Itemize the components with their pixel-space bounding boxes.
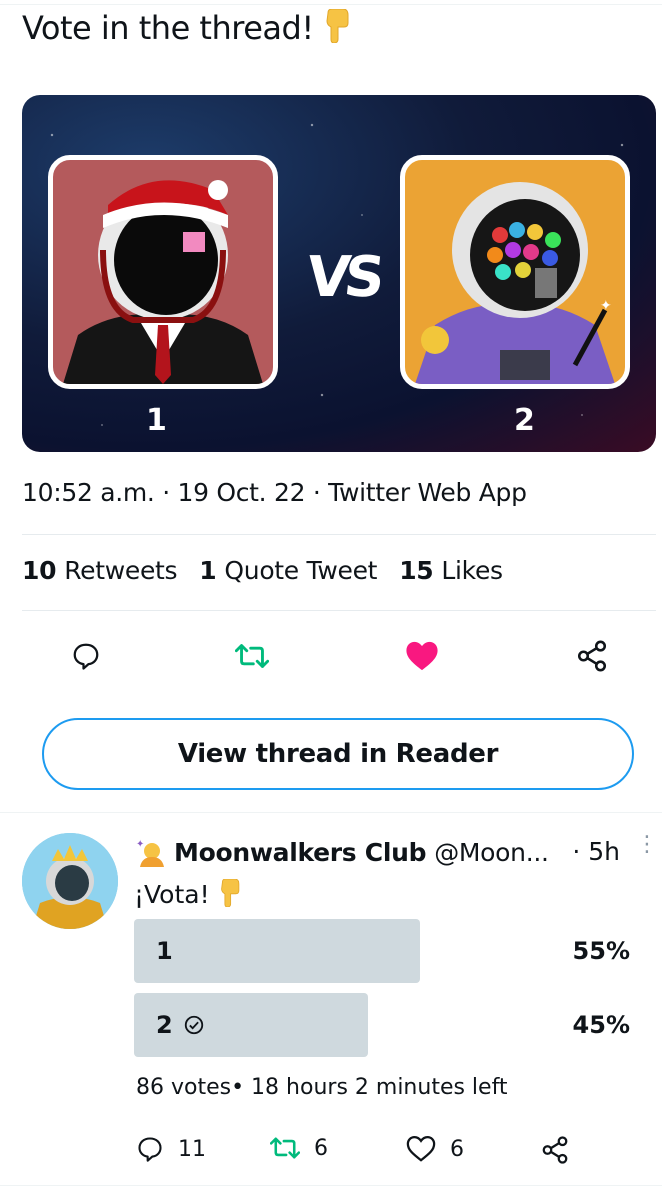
reply-actions: 11 6 6 <box>134 1131 634 1171</box>
likes-label: Likes <box>441 556 503 585</box>
top-divider <box>0 4 662 5</box>
reply-reply-button[interactable]: 11 <box>136 1135 206 1163</box>
retweet-count: 6 <box>314 1135 328 1161</box>
bottom-divider <box>0 1185 662 1186</box>
share-button[interactable] <box>572 636 612 676</box>
comment-icon <box>73 643 99 670</box>
nft-2-image: ✦ <box>400 155 630 389</box>
tweet-actions <box>0 632 662 680</box>
reply-like-button[interactable]: 6 <box>406 1135 464 1163</box>
view-thread-reader-button[interactable]: View thread in Reader <box>42 718 634 790</box>
poll-option-label-wrap: 2 <box>156 993 205 1057</box>
reply-handle[interactable]: @Moon... <box>434 838 549 867</box>
pointing-down-emoji-icon <box>323 8 349 50</box>
poll-footer: 86 votes• 18 hours 2 minutes left <box>136 1075 508 1100</box>
comment-icon <box>138 1137 162 1162</box>
share-icon <box>577 640 607 672</box>
retweets-count: 10 <box>22 556 57 585</box>
retweet-icon <box>270 1137 300 1159</box>
quotes-stat[interactable]: 1 Quote Tweet <box>199 556 377 585</box>
tweet-text-body: Vote in the thread! <box>22 9 314 47</box>
more-options-icon[interactable]: ⋮ <box>636 833 658 855</box>
quotes-label: Quote Tweet <box>224 556 378 585</box>
reply-count: 11 <box>178 1136 206 1162</box>
nft-2-label: 2 <box>514 403 535 438</box>
astronaut-emoji-icon: ✦ <box>136 837 166 867</box>
reply-text: ¡Vota! <box>134 877 240 910</box>
tweet-media-image[interactable]: 1 VS ✦ 2 <box>22 95 656 452</box>
divider <box>22 534 656 535</box>
likes-stat[interactable]: 15 Likes <box>399 556 503 585</box>
likes-count: 15 <box>399 556 434 585</box>
poll-option-percent: 45% <box>572 1011 630 1039</box>
tweet-text: Vote in the thread! <box>22 8 349 50</box>
like-count: 6 <box>450 1136 464 1162</box>
nft-1-image <box>48 155 278 389</box>
retweet-icon <box>235 644 269 668</box>
tweet-timestamp[interactable]: 10:52 a.m. · 19 Oct. 22 · Twitter Web Ap… <box>22 478 527 507</box>
svg-text:✦: ✦ <box>136 839 144 850</box>
vs-label: VS <box>303 245 383 310</box>
heart-filled-icon <box>406 641 438 671</box>
reply-display-name[interactable]: Moonwalkers Club <box>174 838 427 867</box>
retweets-label: Retweets <box>64 556 178 585</box>
reply-header: ✦ Moonwalkers Club @Moon... <box>136 837 549 867</box>
retweets-stat[interactable]: 10 Retweets <box>22 556 178 585</box>
reply-retweet-button[interactable]: 6 <box>270 1135 328 1161</box>
quotes-count: 1 <box>199 556 217 585</box>
poll-option-percent: 55% <box>572 937 630 965</box>
retweet-button[interactable] <box>232 636 272 676</box>
avatar[interactable] <box>22 833 118 929</box>
poll-option-label: 2 <box>156 1011 173 1039</box>
reply-time[interactable]: · 5h <box>572 837 620 866</box>
poll-option-label: 1 <box>156 937 173 965</box>
pointing-down-emoji-icon <box>218 877 240 910</box>
tweet-stats: 10 Retweets 1 Quote Tweet 15 Likes <box>22 556 503 585</box>
poll-option-1[interactable]: 1 55% <box>134 919 636 983</box>
heart-outline-icon <box>406 1135 436 1162</box>
like-button[interactable] <box>402 636 442 676</box>
reply-tweet[interactable]: ✦ Moonwalkers Club @Moon... · 5h ⋮ ¡Vota… <box>0 812 662 1200</box>
svg-text:✦: ✦ <box>600 297 612 313</box>
reply-text-body: ¡Vota! <box>134 880 210 909</box>
poll-option-2[interactable]: 2 45% <box>134 993 636 1057</box>
poll-bar <box>134 919 420 983</box>
reply-button[interactable] <box>66 636 106 676</box>
check-circle-icon <box>184 1015 203 1035</box>
divider <box>22 610 656 611</box>
share-icon <box>542 1136 568 1164</box>
nft-1-label: 1 <box>146 403 167 438</box>
reply-share-button[interactable] <box>540 1135 570 1165</box>
